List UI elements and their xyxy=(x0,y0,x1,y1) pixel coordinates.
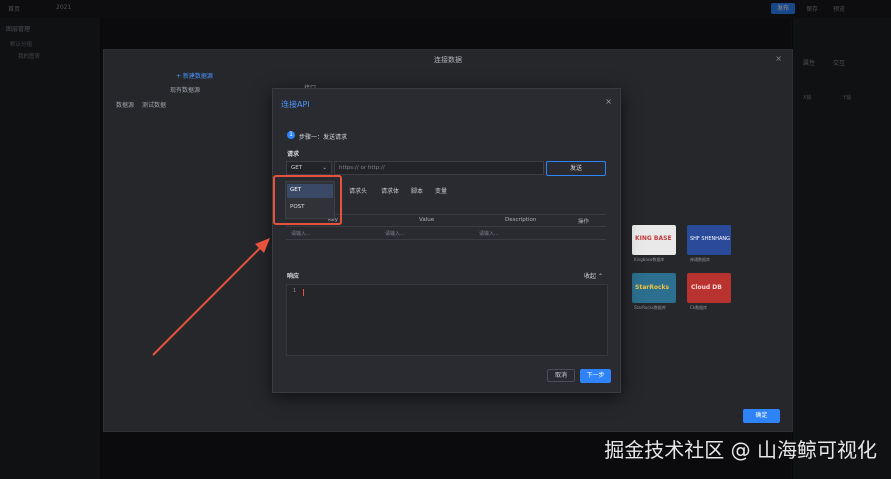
watermark: 掘金技术社区 @ 山海鲸可视化 xyxy=(604,438,877,462)
annotation-arrow xyxy=(152,238,270,356)
